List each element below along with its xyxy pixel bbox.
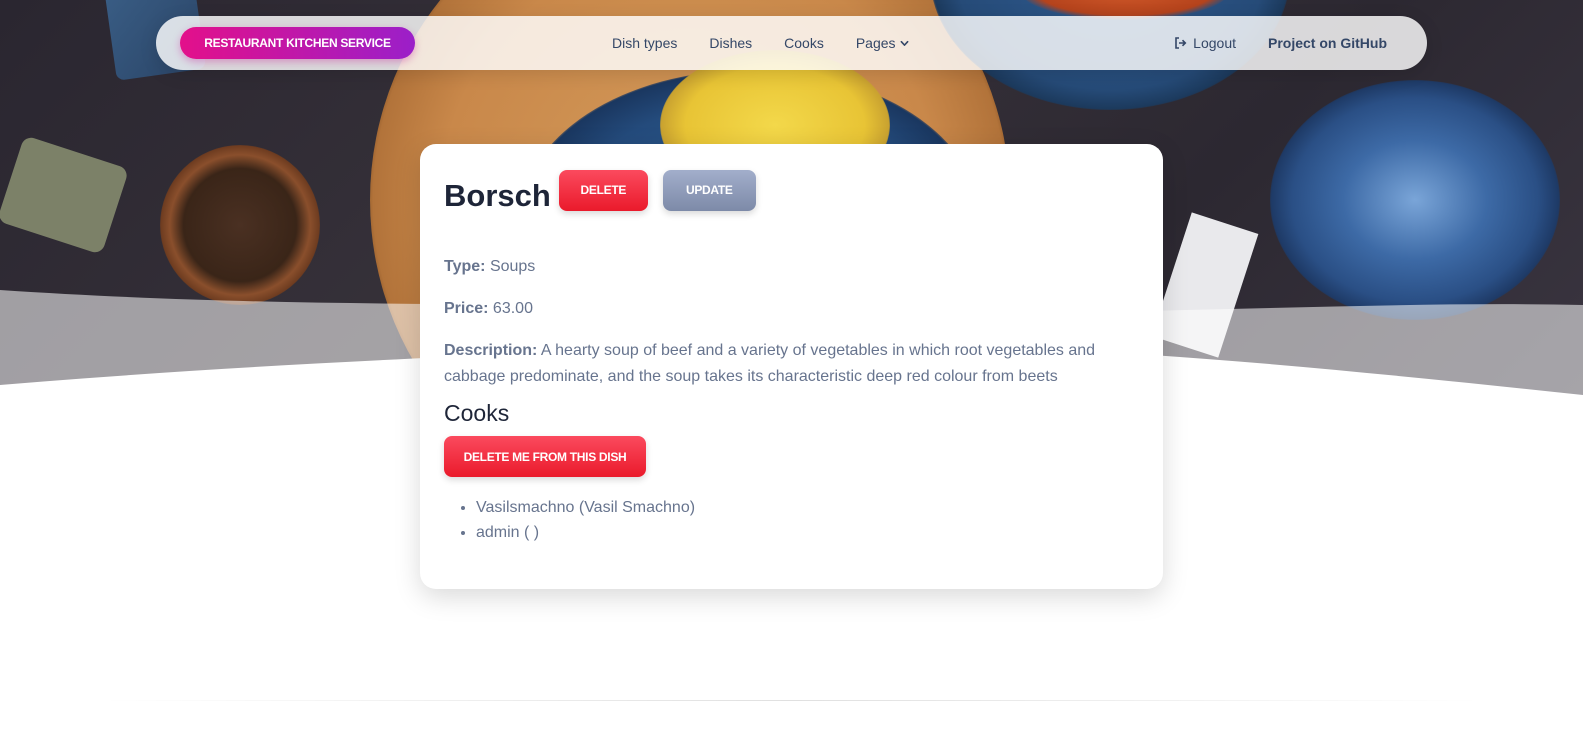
cook-list: Vasilsmachno (Vasil Smachno) admin ( ) (444, 495, 1139, 545)
dish-description: Description: A hearty soup of beef and a… (444, 338, 1139, 390)
logout-link[interactable]: Logout (1174, 35, 1236, 51)
nav-right: Logout Project on GitHub (1174, 16, 1387, 70)
list-item: Vasilsmachno (Vasil Smachno) (476, 495, 1139, 520)
logout-label: Logout (1193, 35, 1236, 51)
dish-price: Price: 63.00 (444, 296, 1139, 322)
sign-out-icon (1175, 37, 1187, 49)
dish-price-value: 63.00 (492, 300, 533, 317)
dish-price-label: Price: (444, 300, 489, 317)
remove-me-from-dish-button[interactable]: DELETE ME FROM THIS DISH (444, 436, 646, 477)
github-link[interactable]: Project on GitHub (1268, 35, 1387, 51)
nav-link-pages[interactable]: Pages (856, 35, 909, 51)
navbar: RESTAURANT KITCHEN SERVICE Dish types Di… (156, 16, 1427, 70)
nav-link-dishes[interactable]: Dishes (709, 35, 752, 51)
dish-type-label: Type: (444, 258, 486, 275)
dish-title-row: Borsch DELETE UPDATE (444, 168, 1139, 218)
nav-link-dish-types[interactable]: Dish types (612, 35, 677, 51)
delete-button[interactable]: DELETE (558, 169, 648, 211)
list-item: admin ( ) (476, 520, 1139, 545)
footer-divider (100, 700, 1483, 701)
dish-detail-card: Borsch DELETE UPDATE Type: Soups Price: … (420, 144, 1163, 589)
cooks-heading: Cooks (444, 400, 510, 426)
dish-description-value: A hearty soup of beef and a variety of v… (444, 342, 1096, 385)
dish-type: Type: Soups (444, 254, 1139, 280)
dish-title: Borsch (444, 178, 551, 213)
dish-type-value: Soups (489, 258, 536, 275)
nav-link-cooks[interactable]: Cooks (784, 35, 824, 51)
nav-links: Dish types Dishes Cooks Pages (612, 16, 941, 70)
dish-description-label: Description: (444, 342, 538, 359)
update-button[interactable]: UPDATE (662, 169, 756, 211)
brand-button[interactable]: RESTAURANT KITCHEN SERVICE (180, 27, 415, 59)
nav-link-pages-label: Pages (855, 35, 896, 51)
chevron-down-icon (900, 40, 909, 46)
